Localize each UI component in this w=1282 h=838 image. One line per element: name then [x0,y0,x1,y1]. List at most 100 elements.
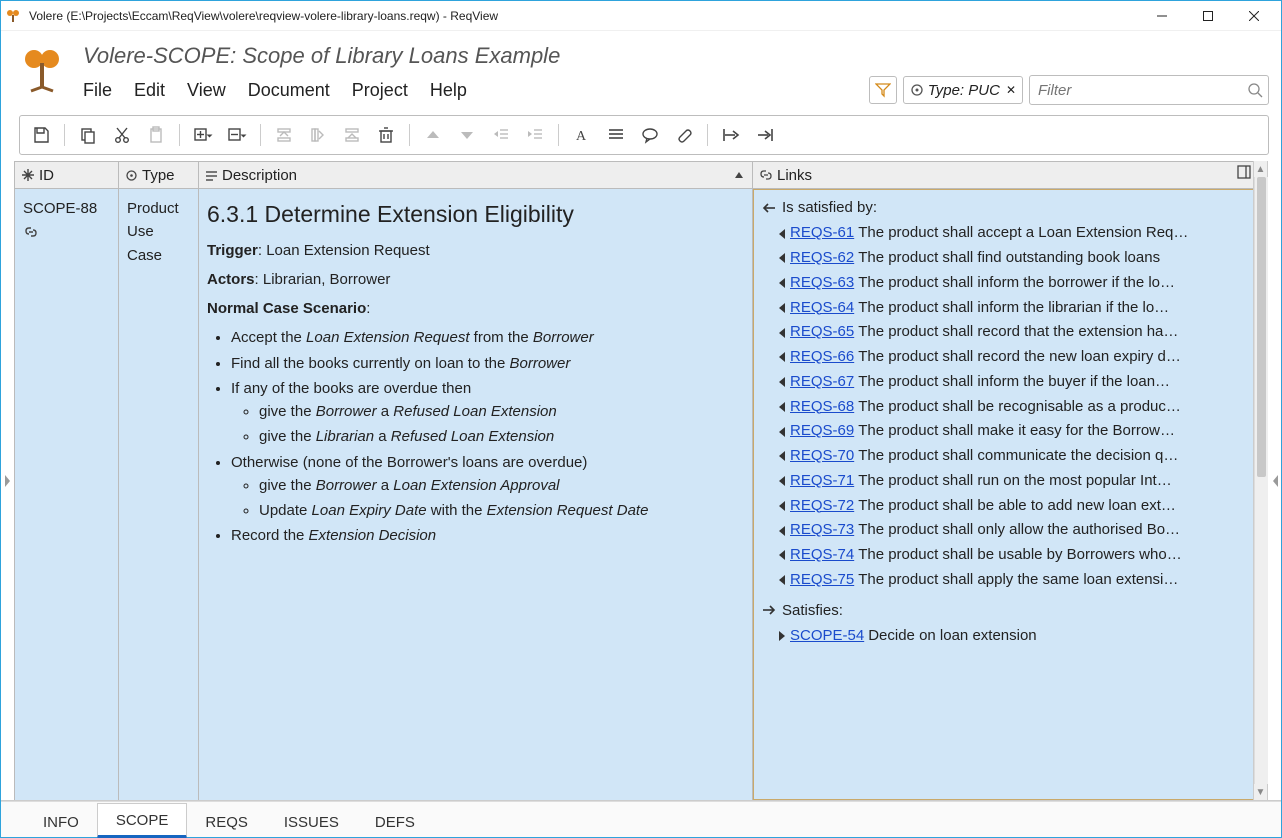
menu-help[interactable]: Help [430,80,467,101]
close-button[interactable] [1231,1,1277,31]
link-item[interactable]: REQS-66 The product shall record the new… [778,345,1245,370]
cell-links[interactable]: Is satisfied by: REQS-61 The product sha… [753,189,1253,800]
menu-document[interactable]: Document [248,80,330,101]
link-in-button[interactable] [750,120,780,150]
link-item[interactable]: REQS-71 The product shall run on the mos… [778,469,1245,494]
link-id[interactable]: REQS-63 [790,271,854,296]
link-id[interactable]: REQS-64 [790,296,854,321]
tab-reqs[interactable]: REQS [187,805,266,837]
cell-type[interactable]: Product Use Case [119,189,199,800]
right-scrollbar[interactable]: ▲ ▼ [1253,161,1267,800]
menu-edit[interactable]: Edit [134,80,165,101]
link-id[interactable]: REQS-71 [790,469,854,494]
left-panel-toggle[interactable] [1,161,15,800]
move-down-button[interactable] [452,120,482,150]
link-item[interactable]: REQS-68 The product shall be recognisabl… [778,395,1245,420]
caret-left-icon [778,501,786,511]
move-out-button[interactable] [337,120,367,150]
column-header-type[interactable]: Type [119,162,199,188]
demote-button[interactable] [303,120,333,150]
link-id[interactable]: SCOPE-54 [790,624,864,649]
column-header-id[interactable]: ID [15,162,119,188]
font-button[interactable]: A [567,120,597,150]
cell-id[interactable]: SCOPE-88 [15,189,119,800]
caret-left-icon [778,427,786,437]
indent-button[interactable] [520,120,550,150]
caret-left-icon [778,402,786,412]
link-id[interactable]: REQS-65 [790,320,854,345]
link-item[interactable]: REQS-62 The product shall find outstandi… [778,246,1245,271]
link-item[interactable]: REQS-70 The product shall communicate th… [778,444,1245,469]
save-button[interactable] [26,120,56,150]
delete-button[interactable] [371,120,401,150]
link-item[interactable]: REQS-67 The product shall inform the buy… [778,370,1245,395]
minimize-button[interactable] [1139,1,1185,31]
menu-project[interactable]: Project [352,80,408,101]
gear-icon [125,169,138,182]
link-text: The product shall be usable by Borrowers… [858,543,1182,568]
tab-scope[interactable]: SCOPE [97,803,188,838]
promote-button[interactable] [269,120,299,150]
filter-chip-remove-icon[interactable]: ✕ [1006,83,1016,97]
filter-funnel-button[interactable] [869,76,897,104]
link-text: The product shall find outstanding book … [858,246,1160,271]
paste-button[interactable] [141,120,171,150]
right-panel-toggle[interactable] [1267,161,1281,800]
link-id[interactable]: REQS-75 [790,568,854,593]
outdent-button[interactable] [486,120,516,150]
search-icon[interactable] [1247,82,1263,98]
add-button[interactable] [188,120,218,150]
links-satisfied-by-list: REQS-61 The product shall accept a Loan … [762,221,1245,592]
scenario-list: Accept the Loan Extension Request from t… [207,326,744,547]
link-item[interactable]: REQS-69 The product shall make it easy f… [778,419,1245,444]
tab-info[interactable]: INFO [25,805,97,837]
cell-description[interactable]: 6.3.1 Determine Extension Eligibility Tr… [199,189,753,800]
remove-button[interactable] [222,120,252,150]
link-id[interactable]: REQS-68 [790,395,854,420]
column-header-description[interactable]: Description [199,162,753,188]
layout-toggle-icon[interactable] [1237,165,1251,179]
link-id[interactable]: REQS-72 [790,494,854,519]
link-out-button[interactable] [716,120,746,150]
link-item[interactable]: REQS-63 The product shall inform the bor… [778,271,1245,296]
svg-text:A: A [576,129,587,144]
filter-input[interactable] [1029,75,1269,105]
link-item[interactable]: REQS-72 The product shall be able to add… [778,494,1245,519]
link-text: The product shall be able to add new loa… [858,494,1176,519]
menu-file[interactable]: File [83,80,112,101]
link-id[interactable]: REQS-74 [790,543,854,568]
link-text: Decide on loan extension [868,624,1036,649]
column-header-links[interactable]: Links [753,162,1253,188]
paragraph-button[interactable] [601,120,631,150]
maximize-button[interactable] [1185,1,1231,31]
link-id[interactable]: REQS-69 [790,419,854,444]
link-id[interactable]: REQS-61 [790,221,854,246]
link-id[interactable]: REQS-62 [790,246,854,271]
header: Volere-SCOPE: Scope of Library Loans Exa… [1,31,1281,105]
links-satisfies-list: SCOPE-54 Decide on loan extension [762,624,1245,649]
attachment-button[interactable] [669,120,699,150]
link-id[interactable]: REQS-73 [790,518,854,543]
menubar: File Edit View Document Project Help [83,80,467,101]
link-item[interactable]: REQS-75 The product shall apply the same… [778,568,1245,593]
link-id[interactable]: REQS-70 [790,444,854,469]
link-id[interactable]: REQS-67 [790,370,854,395]
link-text: The product shall communicate the decisi… [858,444,1178,469]
copy-button[interactable] [73,120,103,150]
link-item[interactable]: REQS-65 The product shall record that th… [778,320,1245,345]
filter-chip[interactable]: Type: PUC ✕ [903,76,1023,104]
comment-button[interactable] [635,120,665,150]
tab-defs[interactable]: DEFS [357,805,433,837]
link-id[interactable]: REQS-66 [790,345,854,370]
link-item[interactable]: REQS-73 The product shall only allow the… [778,518,1245,543]
move-up-button[interactable] [418,120,448,150]
link-text: The product shall run on the most popula… [858,469,1172,494]
link-item[interactable]: REQS-64 The product shall inform the lib… [778,296,1245,321]
link-item[interactable]: REQS-74 The product shall be usable by B… [778,543,1245,568]
link-item[interactable]: REQS-61 The product shall accept a Loan … [778,221,1245,246]
link-text: The product shall record that the extens… [858,320,1178,345]
tab-issues[interactable]: ISSUES [266,805,357,837]
cut-button[interactable] [107,120,137,150]
link-item[interactable]: SCOPE-54 Decide on loan extension [778,624,1245,649]
menu-view[interactable]: View [187,80,226,101]
